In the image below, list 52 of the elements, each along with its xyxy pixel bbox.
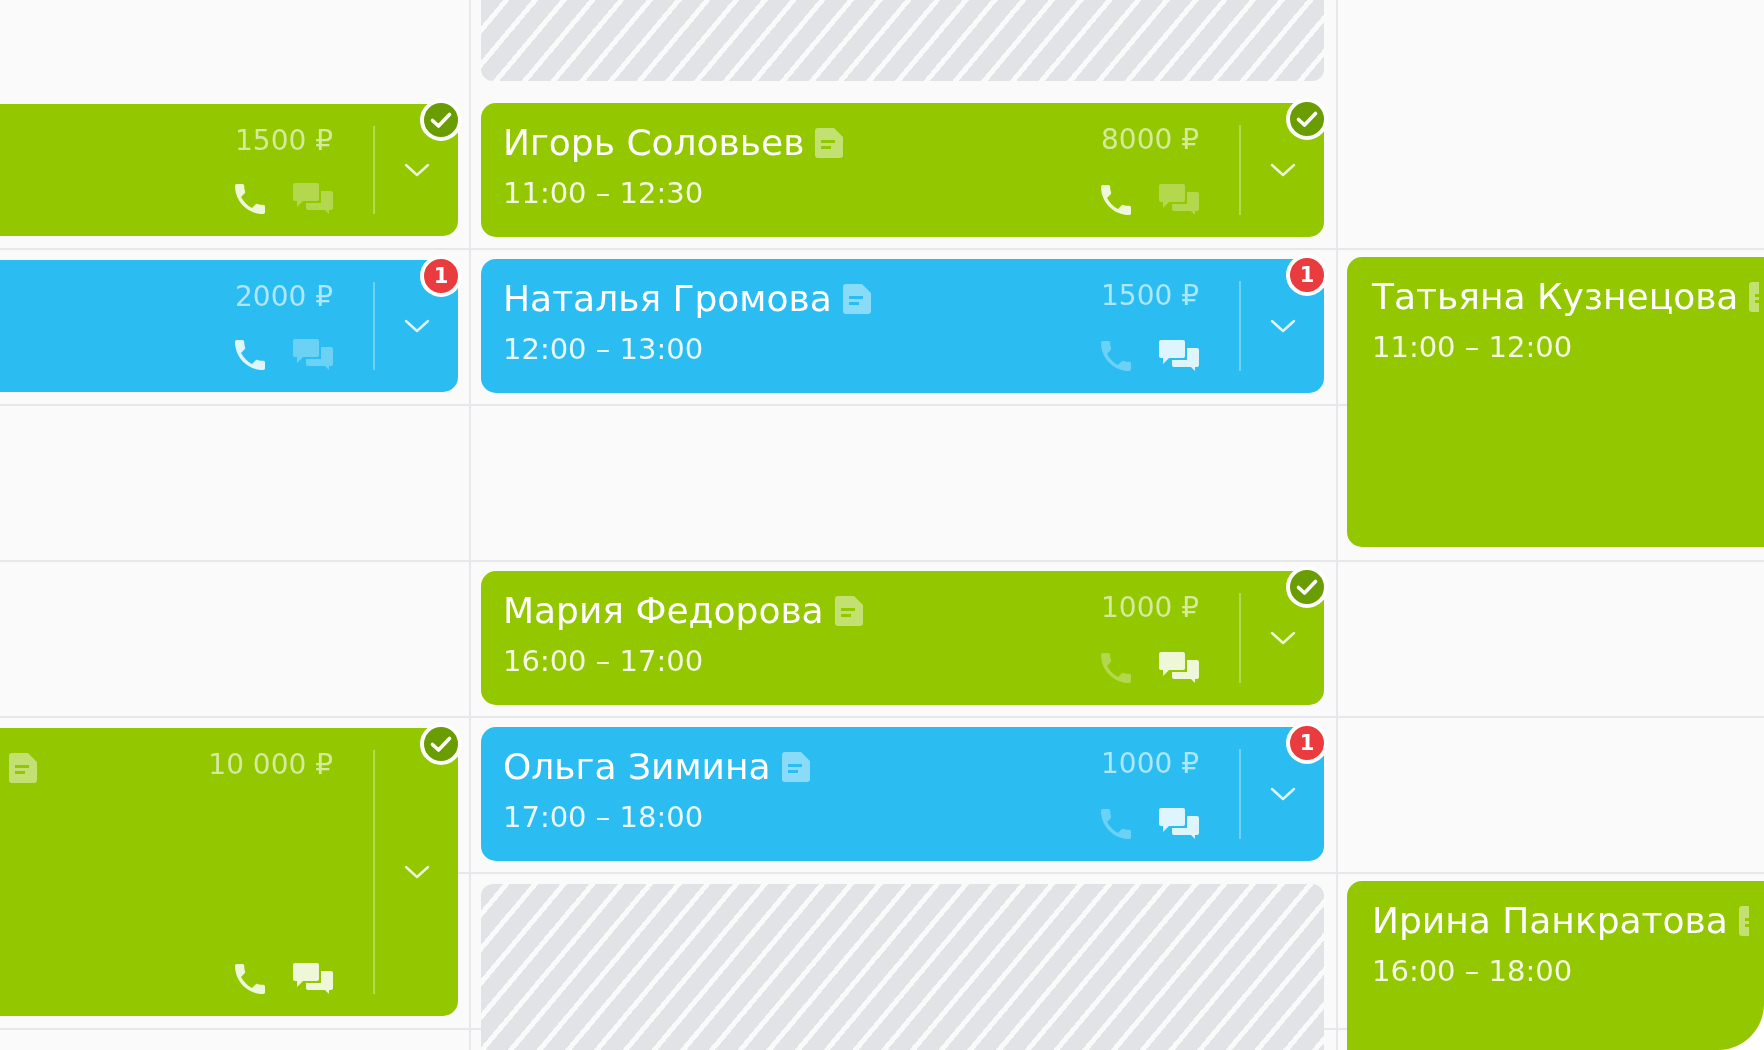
client-name: Наталья Громова xyxy=(503,279,832,319)
chat-icon[interactable] xyxy=(1159,184,1199,215)
document-icon[interactable] xyxy=(815,128,844,158)
phone-icon[interactable] xyxy=(235,339,265,370)
client-name: Мария Федорова xyxy=(503,591,824,631)
phone-icon[interactable] xyxy=(235,963,265,994)
document-icon[interactable] xyxy=(834,596,863,626)
document-icon[interactable] xyxy=(842,284,871,314)
chat-icon[interactable] xyxy=(293,183,333,214)
phone-icon[interactable] xyxy=(1101,652,1131,683)
chevron-down-icon[interactable] xyxy=(403,163,430,177)
appointment-time: 11:00 – 12:30 xyxy=(503,176,704,210)
notification-badge: 1 xyxy=(1286,722,1328,764)
chat-icon[interactable] xyxy=(293,339,333,370)
document-icon[interactable] xyxy=(1738,906,1749,936)
chevron-down-icon[interactable] xyxy=(403,319,430,333)
phone-icon[interactable] xyxy=(1101,184,1131,215)
price-label: 1000 ₽ xyxy=(1101,747,1199,781)
client-name: Татьяна Кузнецова xyxy=(1372,277,1739,317)
chevron-down-icon[interactable] xyxy=(1269,631,1296,645)
price-label: 1500 ₽ xyxy=(1101,279,1199,313)
price-label: 10 000 ₽ xyxy=(208,748,333,782)
appointment-time: 17:00 – 18:00 xyxy=(503,800,704,834)
appointment-time: 11:00 – 12:00 xyxy=(1372,330,1573,364)
appointment-card[interactable]: Ирина Панкратова 16:00 – 18:00 xyxy=(1347,881,1764,1050)
appointment-time: 16:00 – 18:00 xyxy=(1372,954,1573,988)
phone-icon[interactable] xyxy=(1101,340,1131,371)
chevron-down-icon[interactable] xyxy=(1269,163,1296,177)
notification-badge: 1 xyxy=(1286,254,1328,296)
chevron-down-icon[interactable] xyxy=(1269,787,1296,801)
client-name: Ирина Панкратова xyxy=(1372,901,1728,941)
document-icon[interactable] xyxy=(1749,282,1760,312)
document-icon[interactable] xyxy=(781,752,810,782)
notification-badge: 1 xyxy=(420,255,462,297)
appointment-card[interactable]: Татьяна Кузнецова 11:00 – 12:00 xyxy=(1347,257,1764,547)
phone-icon[interactable] xyxy=(235,183,265,214)
chat-icon[interactable] xyxy=(1159,808,1199,839)
price-label: 8000 ₽ xyxy=(1101,123,1199,157)
client-name: Игорь Соловьев xyxy=(503,123,805,163)
appointment-time: 16:00 – 17:00 xyxy=(503,644,704,678)
document-icon[interactable] xyxy=(9,753,37,783)
phone-icon[interactable] xyxy=(1101,808,1131,839)
price-label: 1500 ₽ xyxy=(235,124,333,158)
price-label: 2000 ₽ xyxy=(235,280,333,314)
price-label: 1000 ₽ xyxy=(1101,591,1199,625)
chevron-down-icon[interactable] xyxy=(1269,319,1296,333)
client-name: Ольга Зимина xyxy=(503,747,771,787)
chat-icon[interactable] xyxy=(1159,340,1199,371)
chevron-down-icon[interactable] xyxy=(403,865,430,879)
appointment-time: 12:00 – 13:00 xyxy=(503,332,704,366)
chat-icon[interactable] xyxy=(293,963,333,994)
chat-icon[interactable] xyxy=(1159,652,1199,683)
